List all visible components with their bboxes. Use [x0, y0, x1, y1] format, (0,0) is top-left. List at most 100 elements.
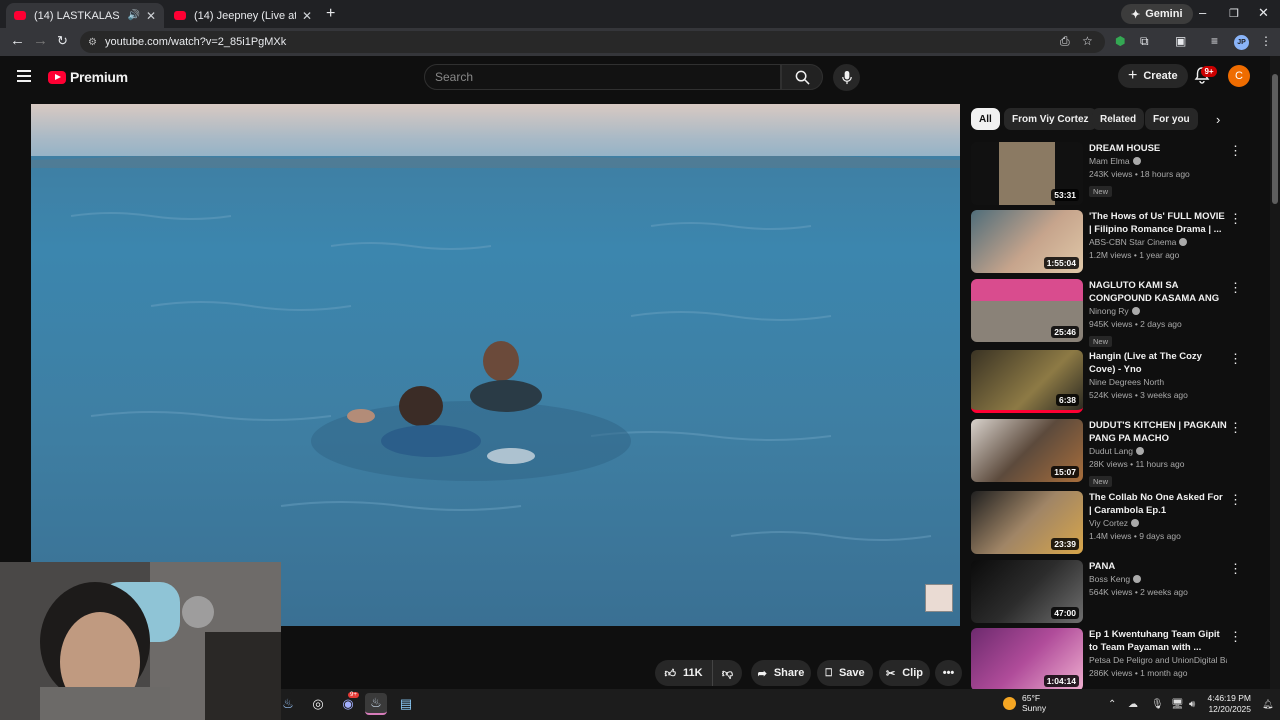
video-player[interactable] [31, 104, 960, 626]
clock-date: 12/20/2025 [1208, 704, 1251, 714]
reading-list-icon[interactable]: ≡ [1211, 34, 1218, 48]
page-scrollbar[interactable] [1270, 56, 1280, 689]
scrollbar-thumb[interactable] [1272, 74, 1278, 204]
video-thumbnail[interactable]: 47:00 [971, 560, 1083, 623]
browser-tab-lastkalas[interactable]: (14) LASTKALAS - YouTube 🔊 ✕ [6, 3, 164, 28]
video-title[interactable]: DUDUT'S KITCHEN | PAGKAIN PANG PA MACHO [1089, 419, 1227, 445]
back-icon[interactable]: ← [10, 32, 25, 49]
search-button[interactable] [781, 64, 823, 90]
more-vertical-icon[interactable]: ⋮ [1229, 143, 1242, 159]
channel-watermark-icon[interactable] [925, 584, 953, 612]
more-vertical-icon[interactable]: ⋮ [1229, 492, 1242, 508]
forward-icon[interactable]: → [33, 32, 48, 49]
voice-search-button[interactable] [833, 64, 860, 91]
browser-menu-icon[interactable]: ⋮ [1260, 34, 1272, 48]
extensions-puzzle-icon[interactable]: ⧉ [1140, 34, 1149, 49]
channel-name[interactable]: Dudut Lang [1089, 446, 1133, 456]
more-actions-button[interactable]: ••• [935, 660, 962, 686]
channel-name[interactable]: Mam Elma [1089, 156, 1130, 166]
weather-widget[interactable]: 65°F Sunny [1003, 693, 1046, 713]
youtube-favicon-icon [174, 11, 186, 20]
video-thumbnail[interactable]: 23:39 [971, 491, 1083, 554]
more-vertical-icon[interactable]: ⋮ [1229, 629, 1242, 645]
chevron-up-icon[interactable]: ⌃ [1108, 699, 1116, 710]
new-tab-icon[interactable]: + [326, 5, 335, 23]
chip-related[interactable]: Related [1092, 108, 1145, 130]
address-bar[interactable]: ⚙ youtube.com/watch?v=2_85i1PgMXk [80, 31, 1105, 53]
notification-center-icon[interactable]: 🔔︎ [1262, 699, 1273, 710]
restore-icon[interactable]: ❐ [1229, 7, 1239, 20]
video-thumbnail[interactable]: 53:31 [971, 142, 1083, 205]
more-vertical-icon[interactable]: ⋮ [1229, 420, 1242, 436]
shield-extension-icon[interactable]: ⬢ [1115, 34, 1125, 48]
channel-name[interactable]: Petsa De Peligro and UnionDigital Bank [1089, 655, 1227, 665]
video-title[interactable]: 'The Hows of Us' FULL MOVIE | Filipino R… [1089, 210, 1227, 236]
chip-all[interactable]: All [971, 108, 1000, 130]
chip-for-you[interactable]: For you [1145, 108, 1198, 130]
recommendation-item[interactable]: 15:07 DUDUT'S KITCHEN | PAGKAIN PANG PA … [971, 419, 1242, 487]
close-window-icon[interactable]: ✕ [1258, 5, 1269, 21]
clip-button[interactable]: ✂ Clip [879, 660, 930, 686]
video-title[interactable]: Hangin (Live at The Cozy Cove) - Yno [1089, 350, 1227, 376]
site-info-icon[interactable]: ⚙ [88, 37, 97, 48]
share-button[interactable]: ➦ Share [751, 660, 811, 686]
create-button[interactable]: + Create [1118, 64, 1188, 88]
microphone-tray-icon[interactable]: 🎙︎ [1151, 699, 1164, 710]
browser-tab-jeepney[interactable]: (14) Jeepney (Live at The Cozy Cove) ✕ [166, 3, 320, 28]
recommendation-item[interactable]: 53:31 DREAM HOUSE Mam Elma 243K views • … [971, 142, 1242, 206]
system-clock[interactable]: 4:46:19 PM 12/20/2025 [1205, 693, 1251, 715]
video-thumbnail[interactable]: 6:38 [971, 350, 1083, 413]
app-icon[interactable]: ◎ [307, 693, 329, 715]
gemini-button[interactable]: ✦ Gemini [1121, 4, 1193, 24]
channel-name[interactable]: Boss Keng [1089, 574, 1130, 584]
hamburger-menu-icon[interactable] [17, 70, 31, 82]
tab-title: (14) LASTKALAS - YouTube [34, 9, 121, 22]
more-vertical-icon[interactable]: ⋮ [1229, 280, 1242, 296]
channel-name[interactable]: Viy Cortez [1089, 518, 1128, 528]
video-thumbnail[interactable]: 25:46 [971, 279, 1083, 342]
close-tab-icon[interactable]: ✕ [146, 9, 156, 23]
channel-name[interactable]: Ninong Ry [1089, 306, 1129, 316]
video-title[interactable]: PANA [1089, 560, 1227, 573]
minimize-icon[interactable]: – [1199, 5, 1206, 20]
steam-alt-app-icon[interactable]: ♨ [277, 693, 299, 715]
chip-from-viy-cortez[interactable]: From Viy Cortez [1004, 108, 1097, 130]
video-title[interactable]: Ep 1 Kwentuhang Team Gipit to Team Payam… [1089, 628, 1227, 654]
video-thumbnail[interactable]: 1:04:14 [971, 628, 1083, 691]
recommendation-item[interactable]: 1:04:14 Ep 1 Kwentuhang Team Gipit to Te… [971, 628, 1242, 692]
user-avatar[interactable]: C [1228, 65, 1250, 87]
video-title[interactable]: DREAM HOUSE [1089, 142, 1227, 155]
network-icon[interactable]: 🖥︎ [1171, 699, 1184, 710]
more-vertical-icon[interactable]: ⋮ [1229, 561, 1242, 577]
bookmark-star-icon[interactable]: ☆ [1082, 34, 1093, 48]
recommendation-item[interactable]: 25:46 NAGLUTO KAMI SA CONGPOUND KASAMA A… [971, 279, 1242, 347]
notepad-icon[interactable]: ▤ [395, 693, 417, 715]
more-vertical-icon[interactable]: ⋮ [1229, 351, 1242, 367]
steam-icon[interactable]: ♨ [365, 693, 387, 715]
recommendation-item[interactable]: 6:38 Hangin (Live at The Cozy Cove) - Yn… [971, 350, 1242, 414]
recommendation-item[interactable]: 47:00 PANA Boss Keng 564K views • 2 week… [971, 560, 1242, 624]
close-tab-icon[interactable]: ✕ [302, 9, 312, 23]
save-button[interactable]: ⎕ Save [817, 660, 873, 686]
chevron-right-icon[interactable]: › [1216, 112, 1220, 127]
channel-name[interactable]: Nine Degrees North [1089, 377, 1164, 387]
dislike-button[interactable]: 👎︎ [712, 660, 742, 686]
browser-profile-avatar[interactable]: JP [1234, 35, 1249, 50]
youtube-premium-logo[interactable]: Premium [48, 69, 128, 85]
tab-search-icon[interactable]: ▣ [1175, 34, 1186, 48]
speaker-icon[interactable]: 🔊 [127, 10, 139, 21]
like-button[interactable]: 👍︎ 11K [655, 660, 712, 686]
channel-name[interactable]: ABS-CBN Star Cinema [1089, 237, 1176, 247]
search-input[interactable]: Search [424, 64, 781, 90]
reload-icon[interactable]: ↻ [57, 33, 68, 49]
recommendation-item[interactable]: 1:55:04 'The Hows of Us' FULL MOVIE | Fi… [971, 210, 1242, 274]
volume-icon[interactable]: 🔊︎ [1189, 699, 1195, 710]
video-title[interactable]: The Collab No One Asked For | Carambola … [1089, 491, 1227, 517]
video-thumbnail[interactable]: 15:07 [971, 419, 1083, 482]
video-title[interactable]: NAGLUTO KAMI SA CONGPOUND KASAMA ANG ... [1089, 279, 1227, 305]
more-vertical-icon[interactable]: ⋮ [1229, 211, 1242, 227]
cloud-icon[interactable]: ☁ [1128, 699, 1138, 710]
video-thumbnail[interactable]: 1:55:04 [971, 210, 1083, 273]
recommendation-item[interactable]: 23:39 The Collab No One Asked For | Cara… [971, 491, 1242, 555]
install-app-icon[interactable]: ⎙ [1060, 34, 1070, 49]
